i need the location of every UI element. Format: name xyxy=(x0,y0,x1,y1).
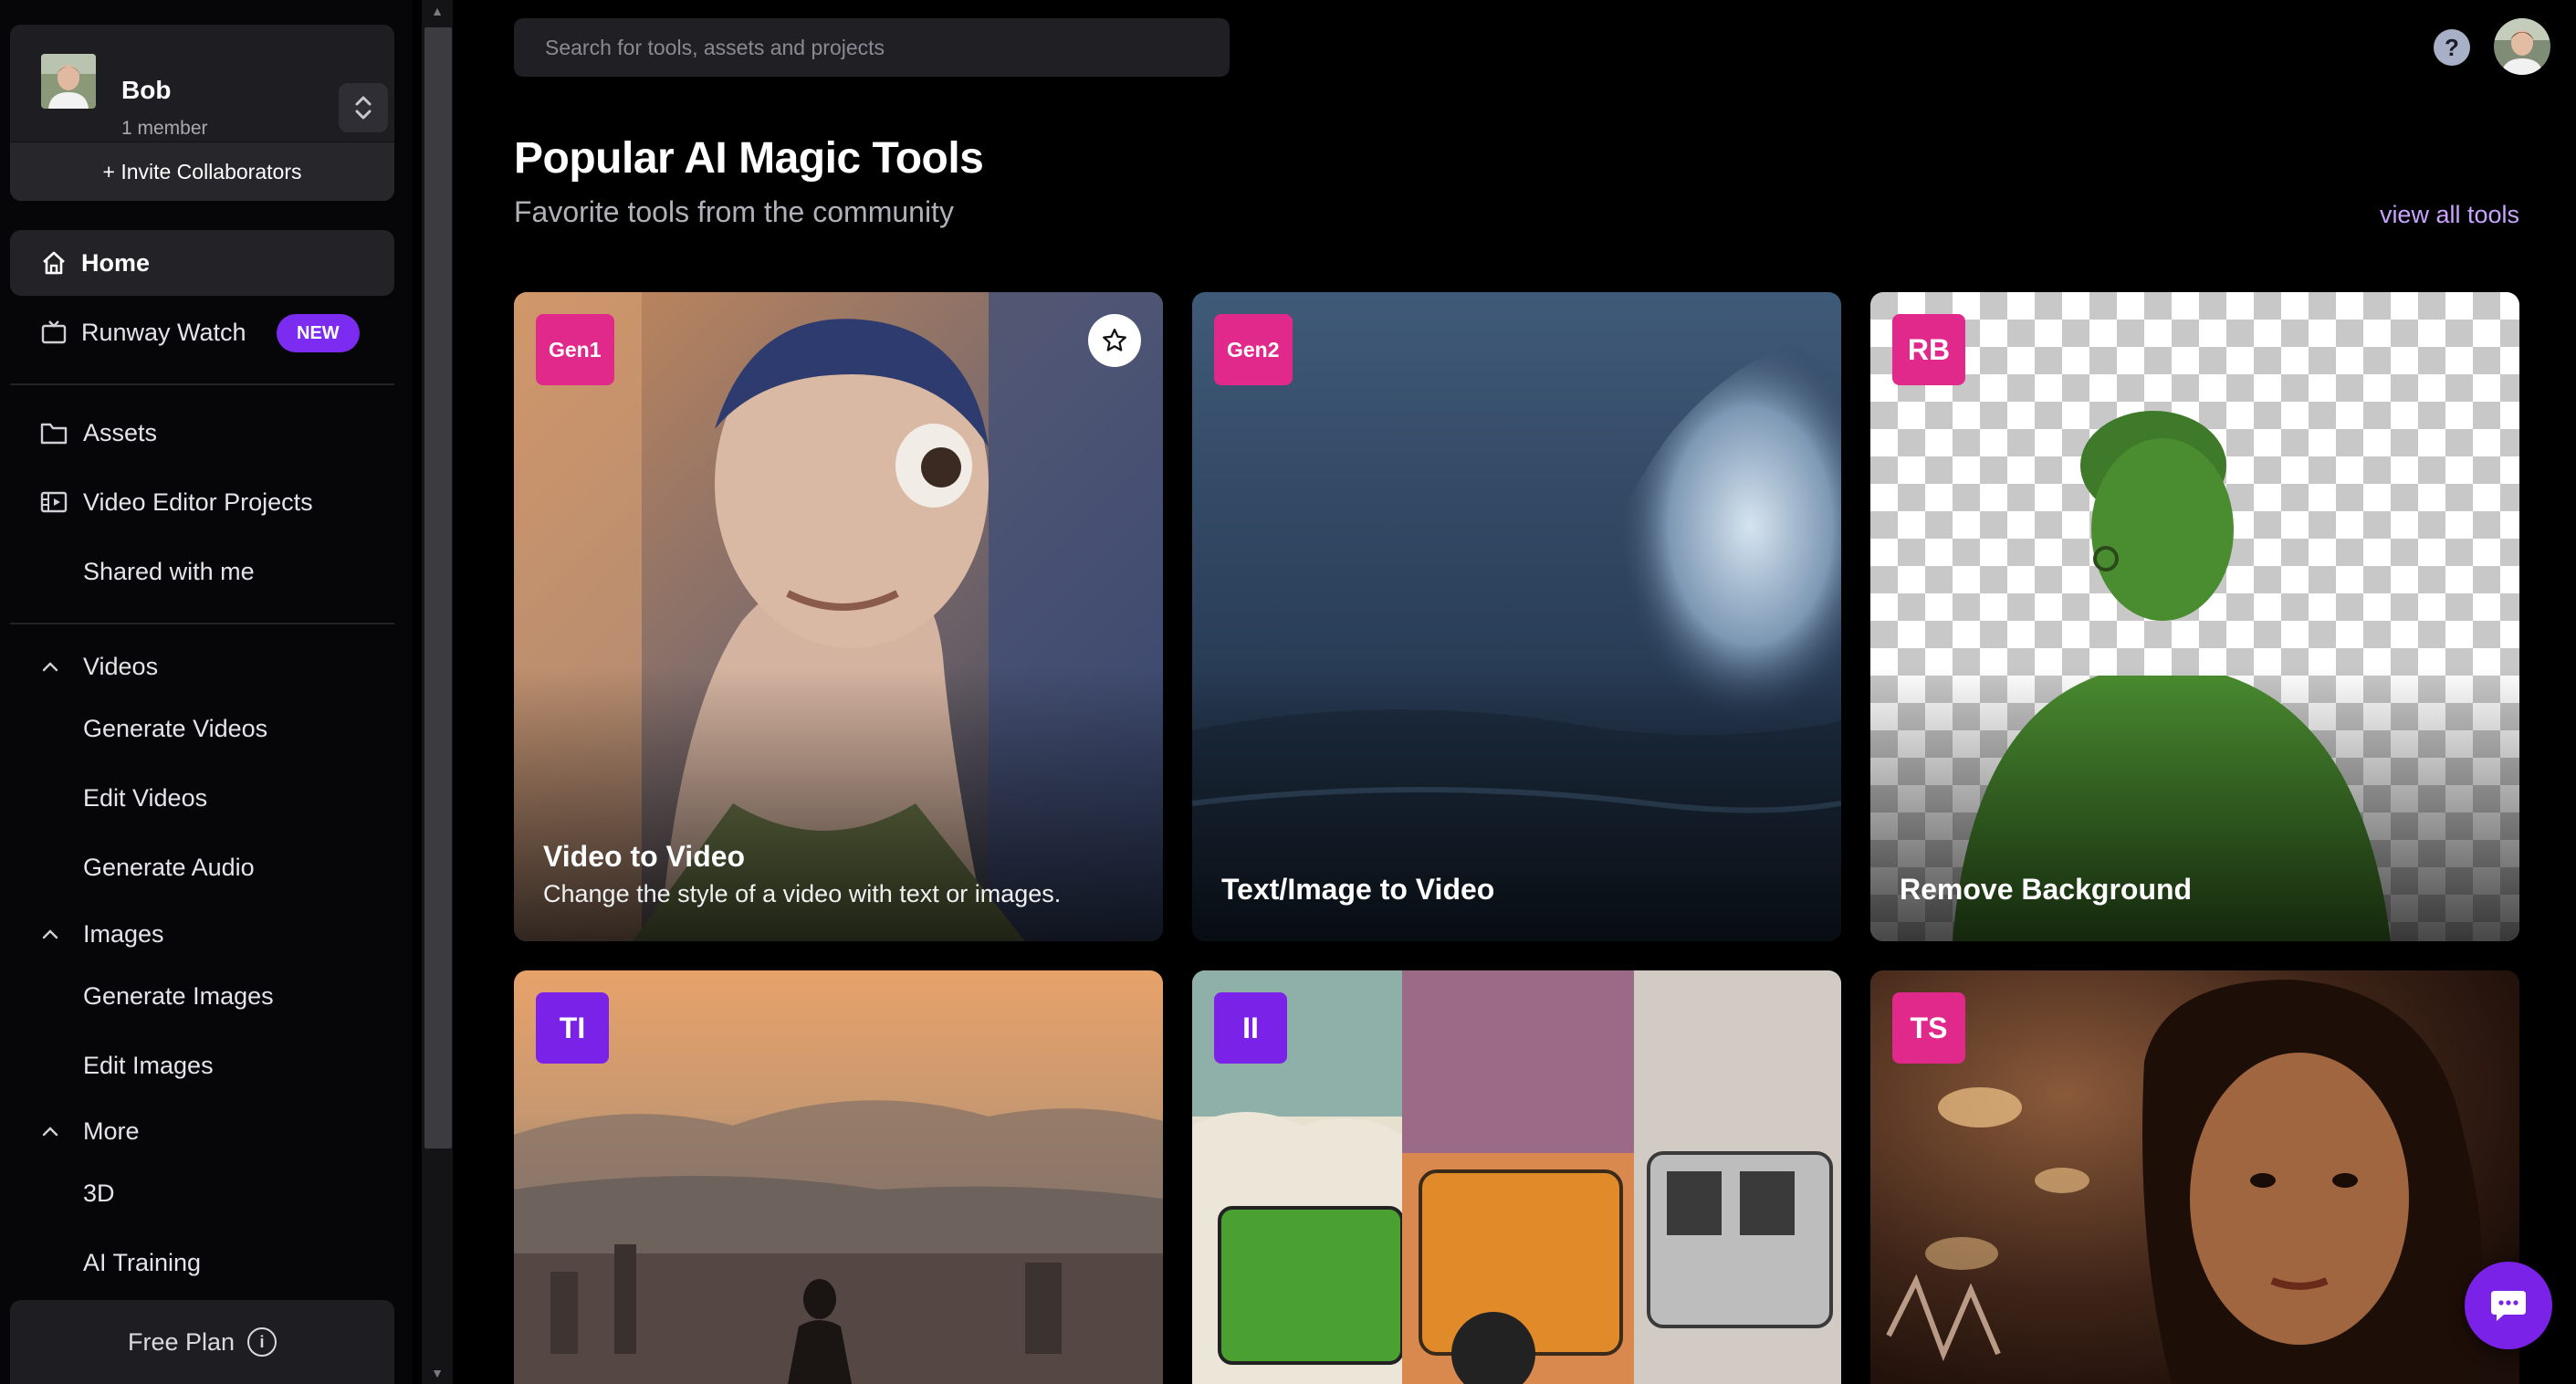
card-image xyxy=(1192,970,1841,1384)
tool-tag: RB xyxy=(1892,314,1965,385)
sidebar-item-home[interactable]: Home xyxy=(10,230,394,296)
sidebar-divider xyxy=(10,383,394,385)
chat-icon[interactable] xyxy=(2465,1262,2552,1349)
sidebar-item-video-editor-projects[interactable]: Video Editor Projects xyxy=(10,469,394,535)
section-toggle-images[interactable]: Images xyxy=(10,907,394,961)
workspace-switcher[interactable]: Bob 1 member xyxy=(10,25,394,142)
sidebar-item-generate-audio[interactable]: Generate Audio xyxy=(10,834,394,900)
card-image xyxy=(1870,970,2519,1384)
workspace-name: Bob xyxy=(121,76,172,104)
sidebar-item-edit-videos[interactable]: Edit Videos xyxy=(10,765,394,831)
tool-tag: Gen1 xyxy=(536,314,614,385)
tool-card-video-to-video[interactable]: Gen1 Video to Video Change the style of … xyxy=(514,292,1163,941)
info-icon[interactable]: i xyxy=(247,1327,277,1357)
tool-description: Change the style of a video with text or… xyxy=(543,880,1062,907)
workspace-panel: Bob 1 member + Invite Collaborators xyxy=(10,25,394,201)
tool-card-text-to-image[interactable]: TI xyxy=(514,970,1163,1384)
folder-icon xyxy=(39,418,68,447)
workspace-member-count: 1 member xyxy=(121,118,208,139)
chevron-up-icon xyxy=(37,654,63,679)
film-icon xyxy=(39,488,68,517)
sidebar-item-generate-images[interactable]: Generate Images xyxy=(10,963,394,1029)
tool-tag: TI xyxy=(536,992,609,1064)
star-icon[interactable] xyxy=(1088,314,1141,367)
tool-title: Remove Background xyxy=(1900,873,2193,906)
tool-card-text-image-to-video[interactable]: Gen2 Text/Image to Video xyxy=(1192,292,1841,941)
tool-card-image-to-image[interactable]: II xyxy=(1192,970,1841,1384)
sidebar-item-label: Edit Videos xyxy=(83,783,208,812)
page-subtitle: Favorite tools from the community xyxy=(514,195,954,228)
sidebar-item-label: Video Editor Projects xyxy=(83,488,313,516)
tool-tag: II xyxy=(1214,992,1287,1064)
scroll-up-arrow-icon[interactable]: ▲ xyxy=(422,0,453,22)
tool-title: Video to Video xyxy=(543,840,746,873)
tool-title: Text/Image to Video xyxy=(1221,873,1495,906)
section-label: Images xyxy=(83,919,164,948)
sidebar-item-label: Runway Watch xyxy=(81,318,246,346)
sidebar-item-label: 3D xyxy=(83,1179,115,1207)
sidebar-item-label: Shared with me xyxy=(83,557,255,585)
invite-collaborators-button[interactable]: + Invite Collaborators xyxy=(10,142,394,201)
new-badge: NEW xyxy=(277,314,360,352)
sidebar-item-ai-training[interactable]: AI Training xyxy=(10,1230,394,1295)
sidebar-item-label: Generate Audio xyxy=(83,853,255,881)
tool-tag: Gen2 xyxy=(1214,314,1293,385)
switch-icon[interactable] xyxy=(339,83,388,132)
chevron-up-icon xyxy=(37,1118,63,1144)
tv-icon xyxy=(39,318,68,347)
sidebar-item-label: Generate Images xyxy=(83,981,274,1010)
sidebar-item-runway-watch[interactable]: Runway Watch NEW xyxy=(10,299,394,365)
sidebar-divider xyxy=(10,623,394,624)
sidebar-item-label: Home xyxy=(81,248,151,277)
section-toggle-more[interactable]: More xyxy=(10,1104,394,1159)
page-title: Popular AI Magic Tools xyxy=(514,134,984,183)
sidebar-item-3d[interactable]: 3D xyxy=(10,1160,394,1226)
sidebar-item-label: Generate Videos xyxy=(83,714,268,742)
tool-tag: TS xyxy=(1892,992,1965,1064)
sidebar-item-label: Edit Images xyxy=(83,1051,214,1079)
sidebar-item-shared-with-me[interactable]: Shared with me xyxy=(10,539,394,604)
user-avatar[interactable] xyxy=(2494,18,2550,75)
sidebar-item-label: Assets xyxy=(83,418,158,446)
search-input[interactable] xyxy=(514,18,1230,77)
sidebar-item-assets[interactable]: Assets xyxy=(10,400,394,466)
sidebar: Bob 1 member + Invite Collaborators Home… xyxy=(0,0,413,1384)
section-toggle-videos[interactable]: Videos xyxy=(10,639,394,694)
free-plan-button[interactable]: Free Plan i xyxy=(10,1300,394,1384)
help-icon[interactable]: ? xyxy=(2434,29,2470,66)
section-label: More xyxy=(83,1117,140,1145)
sidebar-item-generate-videos[interactable]: Generate Videos xyxy=(10,696,394,761)
home-icon xyxy=(39,248,68,278)
section-label: Videos xyxy=(83,652,159,680)
sidebar-item-edit-images[interactable]: Edit Images xyxy=(10,1033,394,1098)
view-all-tools-link[interactable]: view all tools xyxy=(2380,201,2519,229)
card-image xyxy=(514,970,1163,1384)
plan-label: Free Plan xyxy=(127,1327,236,1356)
scrollbar-thumb[interactable] xyxy=(424,27,452,1148)
tool-card-text-to-speech[interactable]: TS xyxy=(1870,970,2519,1384)
scroll-down-arrow-icon[interactable]: ▼ xyxy=(422,1362,453,1384)
workspace-avatar xyxy=(41,54,96,109)
chevron-up-icon xyxy=(37,921,63,947)
sidebar-item-label: AI Training xyxy=(83,1248,202,1276)
tool-card-remove-background[interactable]: RB Remove Background xyxy=(1870,292,2519,941)
